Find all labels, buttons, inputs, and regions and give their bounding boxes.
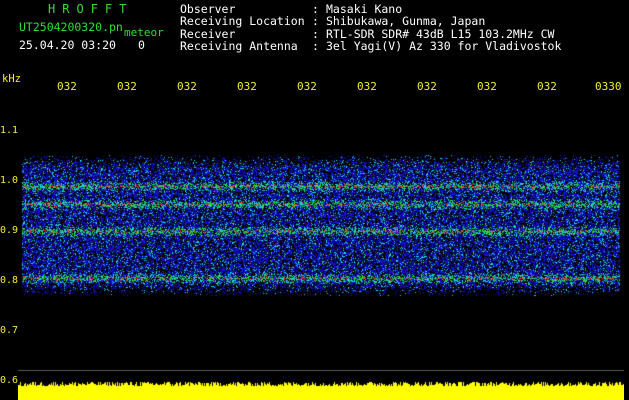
meteor-label: meteor xyxy=(124,26,164,39)
x-tick-label: 032 xyxy=(57,80,77,93)
app-title: HROFFT xyxy=(48,2,134,16)
y-tick-label: 0.9 xyxy=(0,225,19,236)
x-tick-label: 032 xyxy=(537,80,557,93)
antenna-value: 3el Yagi(V) Az 330 for Vladivostok xyxy=(326,39,562,53)
x-tick-label: 032 xyxy=(117,80,137,93)
x-tick-label: 032 xyxy=(237,80,257,93)
x-tick-label: 032 xyxy=(477,80,497,93)
x-tick-label: 032 xyxy=(297,80,317,93)
x-tick-label: 032 xyxy=(417,80,437,93)
x-tick-label: 032 xyxy=(177,80,197,93)
separator: : xyxy=(312,39,319,53)
spectrogram xyxy=(18,98,624,400)
y-tick-label: 0.6 xyxy=(0,375,19,386)
y-axis-unit: kHz xyxy=(2,73,21,85)
meteor-count: 0 xyxy=(138,38,145,52)
separator: : xyxy=(312,14,319,28)
timestamp: 25.04.20 03:20 xyxy=(19,38,116,52)
y-tick-label: 0.7 xyxy=(0,325,19,336)
x-tick-label: 032 xyxy=(357,80,377,93)
filename: UT2504200320.pn xyxy=(19,20,123,34)
antenna-label: Receiving Antenna xyxy=(180,39,298,53)
location-label: Receiving Location xyxy=(180,14,305,28)
y-tick-label: 1.0 xyxy=(0,175,19,186)
y-tick-label: 0.8 xyxy=(0,275,19,286)
y-tick-label: 1.1 xyxy=(0,125,19,136)
x-tick-label: 0330 xyxy=(595,80,622,93)
location-value: Shibukawa, Gunma, Japan xyxy=(326,14,486,28)
